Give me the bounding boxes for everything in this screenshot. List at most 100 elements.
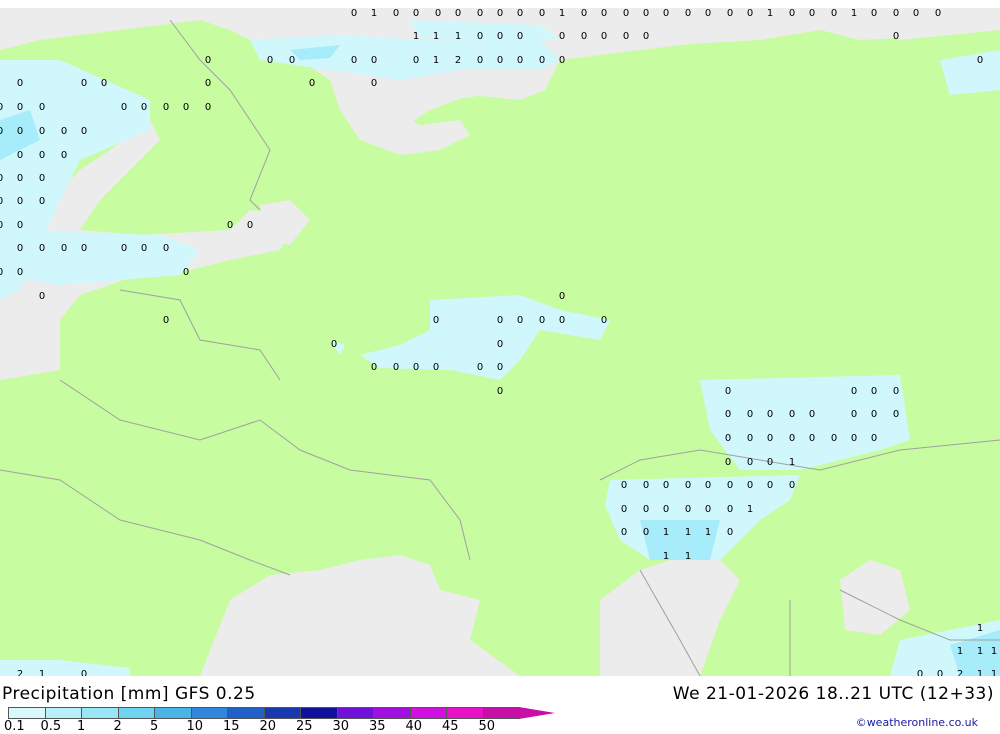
precip-value: 0: [477, 55, 483, 66]
precip-value: 0: [0, 220, 3, 231]
precip-value: 0: [413, 362, 419, 373]
precip-value: 0: [663, 504, 669, 515]
precip-value: 0: [831, 8, 837, 19]
precip-value: 0: [0, 102, 3, 113]
precip-value: 0: [39, 102, 45, 113]
precip-value: 0: [559, 55, 565, 66]
precip-value: 0: [705, 504, 711, 515]
precip-value: 0: [17, 102, 23, 113]
precip-value: 0: [141, 102, 147, 113]
precip-value: 0: [725, 386, 731, 397]
map-title: Precipitation [mm] GFS 0.25: [2, 684, 256, 704]
precip-value: 0: [81, 126, 87, 137]
legend-label: 25: [296, 719, 313, 734]
precip-value: 0: [17, 173, 23, 184]
precip-value: 0: [477, 362, 483, 373]
precip-value: 0: [789, 409, 795, 420]
precip-value: 0: [39, 173, 45, 184]
legend-swatch: [227, 707, 265, 719]
precip-value: 0: [289, 55, 295, 66]
precip-value: 2: [17, 669, 23, 676]
legend-swatch: [154, 707, 192, 719]
precip-value: 0: [61, 126, 67, 137]
precip-value: 0: [851, 433, 857, 444]
precip-value: 0: [497, 386, 503, 397]
precip-value: 0: [809, 409, 815, 420]
precip-value: 0: [0, 126, 3, 137]
precip-value: 0: [39, 150, 45, 161]
precip-value: 1: [747, 504, 753, 515]
precip-value: 0: [727, 8, 733, 19]
precip-value: 0: [477, 31, 483, 42]
precip-value: 0: [413, 8, 419, 19]
precip-value: 0: [663, 480, 669, 491]
precip-value: 0: [351, 8, 357, 19]
precip-value: 1: [663, 527, 669, 538]
legend-swatch: [263, 707, 301, 719]
precip-value: 0: [727, 527, 733, 538]
precip-value: 0: [705, 480, 711, 491]
legend-label: 10: [186, 719, 204, 734]
precip-value: 1: [433, 31, 439, 42]
precip-value: 1: [413, 31, 419, 42]
precip-value: 0: [163, 102, 169, 113]
precip-value: 0: [39, 196, 45, 207]
top-strip: [0, 0, 1000, 8]
precip-value: 0: [371, 78, 377, 89]
precip-value: 0: [247, 220, 253, 231]
precip-value: 0: [623, 8, 629, 19]
legend-label: 2: [113, 719, 122, 734]
precip-value: 0: [205, 102, 211, 113]
precip-value: 1: [371, 8, 377, 19]
precip-value: 0: [747, 8, 753, 19]
legend-label: 35: [369, 719, 386, 734]
precip-value: 0: [789, 480, 795, 491]
precip-value: 0: [601, 8, 607, 19]
precip-value: 1: [433, 55, 439, 66]
credit-link[interactable]: ©weatheronline.co.uk: [856, 716, 978, 729]
precip-value: 0: [977, 55, 983, 66]
legend-swatch: [336, 707, 374, 719]
precip-value: 0: [17, 243, 23, 254]
legend-swatch: [8, 707, 46, 719]
precip-value: 0: [477, 8, 483, 19]
precip-value: 1: [705, 527, 711, 538]
precip-value: 0: [789, 433, 795, 444]
precip-value: 0: [725, 457, 731, 468]
precip-value: 0: [623, 31, 629, 42]
precip-value: 0: [893, 31, 899, 42]
precip-value: 0: [871, 8, 877, 19]
precip-value: 0: [809, 8, 815, 19]
precip-value: 0: [643, 480, 649, 491]
legend-label: 5: [150, 719, 159, 734]
precip-value: 0: [309, 78, 315, 89]
precip-value: 1: [977, 623, 983, 634]
precip-value: 0: [183, 267, 189, 278]
weather-map: 0 1 0 0 0 0 0 0 0 0 1 0 0 0 0 0 0 0 0 0 1 0 0 0 1 0 0 0 0 1 1 1 0 0 0 0 0 0 0 0…: [0, 0, 1000, 676]
legend-label: 45: [442, 719, 459, 734]
precip-value: 0: [17, 150, 23, 161]
precip-value: 0: [393, 362, 399, 373]
precip-value: 0: [559, 31, 565, 42]
legend-label: 50: [478, 719, 496, 734]
precip-value: 0: [935, 8, 941, 19]
precip-value: 0: [767, 409, 773, 420]
precip-value: 1: [685, 551, 691, 562]
precip-value: 0: [705, 8, 711, 19]
precip-value: 0: [121, 243, 127, 254]
precip-value: 0: [643, 527, 649, 538]
precip-value: 1: [991, 669, 997, 676]
legend-label: 0.1: [4, 719, 25, 734]
precip-value: 0: [0, 196, 3, 207]
precip-value: 0: [727, 504, 733, 515]
precip-value: 0: [81, 669, 87, 676]
precip-value: 0: [227, 220, 233, 231]
precip-value: 0: [559, 315, 565, 326]
precip-value: 1: [39, 669, 45, 676]
precip-value: 0: [517, 55, 523, 66]
precip-value: 0: [497, 339, 503, 350]
precip-value: 0: [39, 243, 45, 254]
legend-label: 1: [77, 719, 86, 734]
precip-value: 0: [497, 362, 503, 373]
precip-value: 0: [17, 126, 23, 137]
